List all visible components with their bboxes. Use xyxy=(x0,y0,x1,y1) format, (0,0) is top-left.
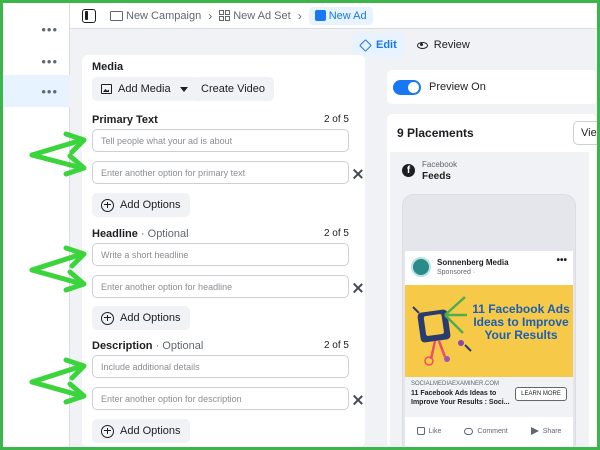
close-icon[interactable] xyxy=(353,283,363,293)
optional-tag: · Optional xyxy=(137,228,189,240)
preview-toggle-bar: Preview On xyxy=(387,70,597,104)
preview-toggle[interactable] xyxy=(393,79,421,95)
phone-mockup: Sonnenberg Media Sponsored · ••• 11 Face… xyxy=(402,194,576,447)
folder-icon xyxy=(110,10,123,21)
review-label: Review xyxy=(433,39,470,51)
crumb-label: New Campaign xyxy=(126,9,202,22)
more-icon[interactable]: ••• xyxy=(556,255,567,266)
rail-menu-1[interactable]: ••• xyxy=(3,13,70,45)
close-icon[interactable] xyxy=(353,395,363,405)
rail-menu-2[interactable]: ••• xyxy=(3,45,70,77)
primary-text-input-2[interactable]: Enter another option for primary text xyxy=(92,161,349,184)
facebook-icon: f xyxy=(402,164,415,177)
ad-link-title: 11 Facebook Ads Ideas to Improve Your Re… xyxy=(411,390,510,406)
learn-more-button[interactable]: LEARN MORE xyxy=(515,387,567,401)
headline-label-text: Headline xyxy=(92,228,138,240)
add-media-label: Add Media xyxy=(118,83,171,95)
description-label: Description · Optional xyxy=(92,340,203,352)
ad-creative-form: Media Add Media Create Video Primary Tex… xyxy=(82,55,365,447)
crumb-ad[interactable]: New Ad xyxy=(308,6,373,25)
close-icon[interactable] xyxy=(353,169,363,179)
share-icon xyxy=(530,427,539,435)
post-actions: Like Comment Share xyxy=(405,427,573,435)
comment-label: Comment xyxy=(477,427,508,435)
rail-menu-3[interactable]: ••• xyxy=(3,75,70,107)
preview-toggle-label: Preview On xyxy=(429,81,486,93)
ad-post-preview: Sonnenberg Media Sponsored · ••• 11 Face… xyxy=(405,251,573,447)
image-icon xyxy=(101,84,112,94)
optional-tag: · Optional xyxy=(152,340,204,352)
mode-switch: Edit Review xyxy=(353,33,478,57)
primary-text-input-1[interactable]: Tell people what your ad is about xyxy=(92,129,349,152)
preview-panel: 9 Placements Vie f Facebook Feeds Sonnen… xyxy=(387,114,597,447)
placement-name: Feeds xyxy=(422,171,451,182)
media-label: Media xyxy=(92,61,124,73)
description-input-1[interactable]: Include additional details xyxy=(92,355,349,378)
chevron-right-icon: › xyxy=(297,8,302,23)
crumb-label: New Ad Set xyxy=(233,9,291,22)
caret-down-icon xyxy=(179,86,188,92)
create-video-label: Create Video xyxy=(201,83,266,95)
headline-count: 2 of 5 xyxy=(323,228,349,239)
headline-input-2[interactable]: Enter another option for headline xyxy=(92,275,349,298)
plus-circle-icon xyxy=(101,424,114,438)
page-name: Sonnenberg Media xyxy=(437,258,509,267)
ad-domain: SOCIALMEDIAEXAMINER.COM xyxy=(411,381,500,387)
app-frame: ••• ••• ••• New Campaign › New Ad Set › … xyxy=(3,3,597,447)
plus-circle-icon xyxy=(101,198,114,212)
placement-card: f Facebook Feeds Sonnenberg Media Sponso… xyxy=(390,152,589,447)
edit-button[interactable]: Edit xyxy=(353,33,405,57)
eye-icon xyxy=(416,41,428,49)
headline-add-options-button[interactable]: Add Options xyxy=(92,306,190,330)
ad-link-footer[interactable]: SOCIALMEDIAEXAMINER.COM 11 Facebook Ads … xyxy=(405,377,573,417)
left-rail: ••• ••• ••• xyxy=(3,3,70,447)
description-input-2[interactable]: Enter another option for description xyxy=(92,387,349,410)
crumb-campaign[interactable]: New Campaign xyxy=(110,10,201,22)
more-icon[interactable]: ••• xyxy=(41,22,58,37)
placements-title: 9 Placements xyxy=(397,126,474,140)
description-count: 2 of 5 xyxy=(323,340,349,351)
primary-text-count: 2 of 5 xyxy=(323,114,349,125)
comment-icon xyxy=(464,427,474,435)
avatar xyxy=(411,257,431,277)
breadcrumb: New Campaign › New Ad Set › New Ad xyxy=(70,3,597,29)
crumb-label: New Ad xyxy=(328,9,367,22)
view-button[interactable]: Vie xyxy=(573,121,597,145)
more-icon[interactable]: ••• xyxy=(41,84,58,99)
like-label: Like xyxy=(428,427,442,435)
primary-text-label: Primary Text xyxy=(92,114,158,126)
share-label: Share xyxy=(542,427,562,435)
add-options-label: Add Options xyxy=(120,425,181,437)
edit-label: Edit xyxy=(376,39,397,51)
like-button[interactable]: Like xyxy=(416,427,442,435)
ad-image: 11 Facebook Ads Ideas to Improve Your Re… xyxy=(405,285,573,377)
review-button[interactable]: Review xyxy=(409,33,478,57)
chevron-right-icon: › xyxy=(208,8,213,23)
create-video-button[interactable]: Create Video xyxy=(192,77,275,101)
crumb-adset[interactable]: New Ad Set xyxy=(219,9,291,22)
plus-circle-icon xyxy=(101,311,114,325)
add-media-button[interactable]: Add Media xyxy=(92,77,197,101)
ad-image-headline: 11 Facebook Ads Ideas to Improve Your Re… xyxy=(472,302,570,342)
platform-name: Facebook xyxy=(422,160,458,169)
headline-label: Headline · Optional xyxy=(92,228,189,240)
thumbs-up-icon xyxy=(416,427,425,435)
description-add-options-button[interactable]: Add Options xyxy=(92,419,190,443)
sponsored-label: Sponsored · xyxy=(437,269,476,276)
more-icon[interactable]: ••• xyxy=(41,54,58,69)
add-options-label: Add Options xyxy=(120,199,181,211)
comment-button[interactable]: Comment xyxy=(464,427,508,435)
sidebar-toggle-icon[interactable] xyxy=(82,8,96,23)
primary-text-add-options-button[interactable]: Add Options xyxy=(92,193,190,217)
description-label-text: Description xyxy=(92,340,153,352)
headline-input-1[interactable]: Write a short headline xyxy=(92,243,349,266)
add-options-label: Add Options xyxy=(120,312,181,324)
pencil-icon xyxy=(359,38,372,52)
share-button[interactable]: Share xyxy=(530,427,562,435)
grid-icon xyxy=(219,10,231,21)
ad-icon xyxy=(314,10,326,21)
